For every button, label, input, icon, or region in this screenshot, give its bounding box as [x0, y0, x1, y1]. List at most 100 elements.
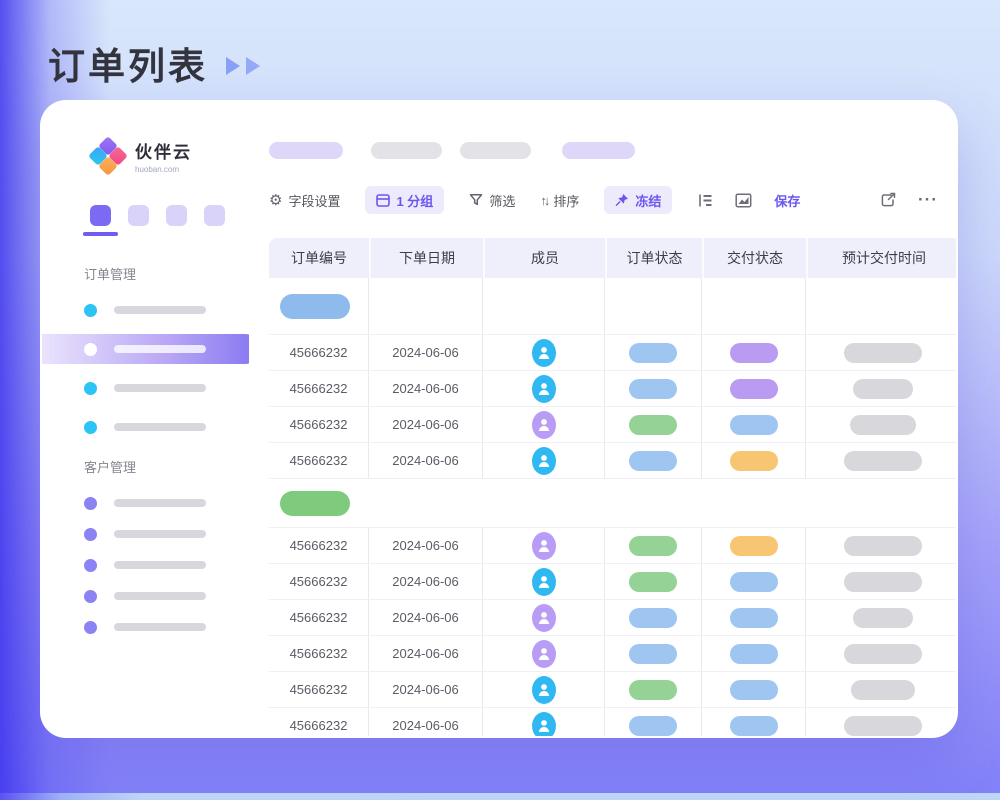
delivery-status-cell: [702, 371, 806, 406]
save-button[interactable]: 保存: [774, 191, 800, 210]
field-settings-button[interactable]: ⚙ 字段设置: [269, 191, 340, 210]
table-row[interactable]: 456662322024-06-06: [269, 600, 958, 636]
sort-arrows-icon: ↑↓: [540, 193, 547, 208]
order-number-cell: 45666232: [269, 708, 369, 738]
group-header-row[interactable]: [269, 278, 958, 335]
group-by-button[interactable]: 1 分组: [365, 186, 444, 214]
item-dot-icon: [84, 421, 97, 434]
section-label: 订单管理: [84, 264, 249, 283]
order-date-cell: 2024-06-06: [369, 407, 483, 442]
filter-button[interactable]: 筛选: [469, 191, 515, 210]
view-tab-4[interactable]: [562, 142, 635, 159]
table-row[interactable]: 456662322024-06-06: [269, 528, 958, 564]
item-dot-icon: [84, 497, 97, 510]
eta-placeholder: [844, 451, 922, 471]
table-row[interactable]: 456662322024-06-06: [269, 335, 958, 371]
order-date-cell: 2024-06-06: [369, 636, 483, 671]
table-row[interactable]: 456662322024-06-06: [269, 564, 958, 600]
sidebar-item[interactable]: [42, 582, 249, 610]
item-label-placeholder: [114, 306, 206, 314]
order-date-cell: 2024-06-06: [369, 528, 483, 563]
item-label-placeholder: [114, 345, 206, 353]
sidebar-item[interactable]: [42, 296, 249, 324]
sidebar-item[interactable]: [42, 335, 249, 363]
column-header[interactable]: 预计交付时间: [806, 238, 958, 278]
toolbar: ⚙ 字段设置 1 分组 筛选 ↑↓ 排序: [269, 184, 940, 216]
freeze-label: 冻结: [635, 191, 661, 210]
table-header-row: 订单编号下单日期成员订单状态交付状态预计交付时间: [269, 238, 958, 278]
member-cell: [483, 672, 605, 707]
order-status-badge: [629, 343, 677, 363]
sidebar-item[interactable]: [42, 551, 249, 579]
delivery-status-badge: [730, 572, 778, 592]
eta-cell: [806, 443, 958, 478]
delivery-status-cell: [702, 335, 806, 370]
sidebar-item[interactable]: [42, 374, 249, 402]
delivery-status-badge: [730, 680, 778, 700]
delivery-status-badge: [730, 716, 778, 736]
sidebar-item[interactable]: [42, 489, 249, 517]
sort-button[interactable]: ↑↓ 排序: [540, 191, 579, 210]
eta-placeholder: [844, 644, 922, 664]
order-status-cell: [605, 708, 702, 738]
group-label-pill: [280, 294, 350, 319]
nav-square-3[interactable]: [166, 205, 187, 226]
group-header-row[interactable]: [269, 479, 958, 528]
column-header[interactable]: 订单编号: [269, 238, 369, 278]
sidebar-item[interactable]: [42, 413, 249, 441]
row-height-button[interactable]: [697, 193, 713, 208]
grid-icon: [376, 194, 390, 207]
item-dot-icon: [84, 590, 97, 603]
order-number-cell: 45666232: [269, 335, 369, 370]
chart-icon: [735, 193, 752, 208]
column-header[interactable]: 下单日期: [369, 238, 483, 278]
sidebar-section: 订单管理: [42, 264, 249, 441]
table-row[interactable]: 456662322024-06-06: [269, 443, 958, 479]
nav-square-2[interactable]: [128, 205, 149, 226]
more-button[interactable]: ···: [918, 190, 938, 210]
share-button[interactable]: [880, 192, 896, 208]
order-status-badge: [629, 572, 677, 592]
group-empty-cell: [483, 278, 605, 334]
group-empty-cell: [369, 278, 483, 334]
eta-placeholder: [850, 415, 916, 435]
table-row[interactable]: 456662322024-06-06: [269, 371, 958, 407]
sidebar-item[interactable]: [42, 520, 249, 548]
column-header[interactable]: 交付状态: [702, 238, 806, 278]
order-status-badge: [629, 415, 677, 435]
item-label-placeholder: [114, 530, 206, 538]
member-cell: [483, 564, 605, 599]
double-play-icon: [226, 57, 260, 75]
table-row[interactable]: 456662322024-06-06: [269, 636, 958, 672]
order-status-cell: [605, 672, 702, 707]
table-row[interactable]: 456662322024-06-06: [269, 407, 958, 443]
nav-square-4[interactable]: [204, 205, 225, 226]
table-row[interactable]: 456662322024-06-06: [269, 672, 958, 708]
eta-cell: [806, 636, 958, 671]
view-tab-3[interactable]: [460, 142, 531, 159]
logo-diamond-icon: [91, 139, 125, 173]
member-avatar-icon: [532, 339, 556, 367]
order-date-cell: 2024-06-06: [369, 564, 483, 599]
share-icon: [880, 192, 896, 208]
delivery-status-cell: [702, 407, 806, 442]
item-label-placeholder: [114, 423, 206, 431]
column-header[interactable]: 成员: [483, 238, 605, 278]
sidebar-item[interactable]: [42, 613, 249, 641]
delivery-status-cell: [702, 636, 806, 671]
freeze-button[interactable]: 冻结: [604, 186, 672, 214]
table-row[interactable]: 456662322024-06-06: [269, 708, 958, 738]
nav-square-1[interactable]: [90, 205, 111, 226]
item-dot-icon: [84, 343, 97, 356]
view-tab-1[interactable]: [269, 142, 343, 159]
delivery-status-badge: [730, 343, 778, 363]
order-number-cell: 45666232: [269, 672, 369, 707]
view-tab-2[interactable]: [371, 142, 442, 159]
sidebar: 伙伴云 huoban.com 订单管理客户管理: [42, 102, 250, 736]
column-header[interactable]: 订单状态: [605, 238, 702, 278]
order-status-cell: [605, 600, 702, 635]
order-date-cell: 2024-06-06: [369, 708, 483, 738]
chart-view-button[interactable]: [735, 193, 752, 208]
member-cell: [483, 443, 605, 478]
table-body: 456662322024-06-06456662322024-06-064566…: [269, 278, 958, 738]
